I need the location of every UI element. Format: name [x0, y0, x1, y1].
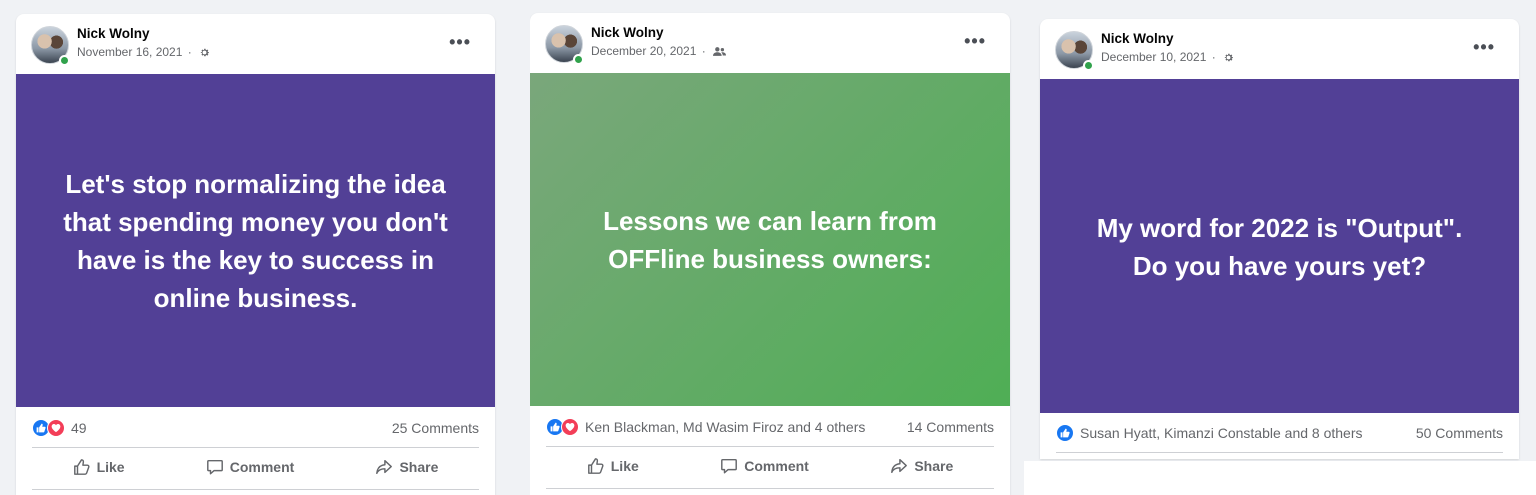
comments-count[interactable]: 14 Comments — [907, 419, 994, 435]
post-header: Nick Wolny December 20, 2021 · ••• — [530, 13, 1010, 73]
post-background: Let's stop normalizing the idea that spe… — [16, 74, 495, 407]
collage-gutter — [1018, 0, 1038, 470]
comment-icon — [721, 458, 738, 474]
comment-button[interactable]: Comment — [206, 458, 295, 476]
like-label: Like — [610, 458, 639, 474]
reaction-names[interactable]: Susan Hyatt, Kimanzi Constable and 8 oth… — [1080, 425, 1416, 441]
divider — [546, 446, 994, 447]
meta-separator: · — [1211, 50, 1216, 64]
post-meta: November 16, 2021 · — [77, 45, 210, 61]
author-name[interactable]: Nick Wolny — [591, 25, 664, 40]
more-options-button[interactable]: ••• — [449, 32, 471, 53]
post-header: Nick Wolny November 16, 2021 · ••• — [16, 14, 495, 74]
share-label: Share — [914, 458, 954, 474]
online-status-icon — [1083, 60, 1094, 71]
author-name[interactable]: Nick Wolny — [1101, 31, 1174, 46]
love-reaction-icon — [561, 418, 579, 436]
comments-count[interactable]: 25 Comments — [392, 420, 479, 436]
gear-icon — [199, 47, 210, 61]
divider — [1056, 452, 1503, 453]
action-bar: Like Comment Share — [546, 448, 994, 484]
comment-icon — [206, 459, 223, 475]
divider — [546, 488, 994, 489]
online-status-icon — [59, 55, 70, 66]
post-text: Let's stop normalizing the idea that spe… — [63, 168, 448, 313]
post-card: Nick Wolny November 16, 2021 · ••• Let's… — [16, 14, 495, 495]
gear-icon — [1223, 52, 1234, 66]
comment-label: Comment — [229, 459, 295, 475]
like-reaction-icon — [1056, 424, 1074, 442]
screenshot-collage: Nick Wolny November 16, 2021 · ••• Let's… — [0, 0, 1536, 495]
reaction-names[interactable]: Ken Blackman, Md Wasim Firoz and 4 other… — [585, 419, 907, 435]
thumbs-up-icon — [587, 458, 604, 474]
post-card: Nick Wolny December 10, 2021 · ••• My wo… — [1040, 19, 1519, 459]
post-text: My word for 2022 is "Output". Do you hav… — [1096, 213, 1463, 281]
collage-blank-area — [1024, 461, 1536, 495]
comments-count[interactable]: 50 Comments — [1416, 425, 1503, 441]
share-label: Share — [399, 459, 439, 475]
divider — [32, 489, 479, 490]
reactions-row: Ken Blackman, Md Wasim Firoz and 4 other… — [546, 415, 994, 439]
like-button[interactable]: Like — [587, 457, 639, 475]
more-options-button[interactable]: ••• — [1473, 37, 1495, 58]
post-date[interactable]: December 10, 2021 — [1101, 50, 1206, 64]
post-background: My word for 2022 is "Output". Do you hav… — [1040, 79, 1519, 413]
post-background: Lessons we can learn from OFFline busine… — [530, 73, 1010, 406]
thumbs-up-icon — [73, 459, 90, 475]
share-button[interactable]: Share — [890, 457, 953, 475]
post-meta: December 10, 2021 · — [1101, 50, 1234, 66]
post-card: Nick Wolny December 20, 2021 · ••• Lesso… — [530, 13, 1010, 495]
share-icon — [376, 459, 393, 475]
like-label: Like — [96, 459, 125, 475]
reactions-row: 49 25 Comments — [32, 416, 479, 440]
post-meta: December 20, 2021 · — [591, 44, 727, 60]
meta-separator: · — [701, 44, 706, 58]
share-icon — [891, 458, 908, 474]
author-name[interactable]: Nick Wolny — [77, 26, 150, 41]
post-date[interactable]: December 20, 2021 — [591, 44, 696, 58]
share-button[interactable]: Share — [375, 458, 438, 476]
comment-button[interactable]: Comment — [720, 457, 809, 475]
reactions-row: Susan Hyatt, Kimanzi Constable and 8 oth… — [1056, 421, 1503, 445]
reaction-count[interactable]: 49 — [71, 420, 392, 436]
action-bar: Like Comment Share — [32, 449, 479, 485]
post-text: Lessons we can learn from OFFline busine… — [603, 205, 937, 274]
online-status-icon — [573, 54, 584, 65]
meta-separator: · — [187, 45, 192, 59]
more-options-button[interactable]: ••• — [964, 31, 986, 52]
collage-gutter — [510, 0, 530, 495]
post-date[interactable]: November 16, 2021 — [77, 45, 182, 59]
post-header: Nick Wolny December 10, 2021 · ••• — [1040, 19, 1519, 79]
love-reaction-icon — [47, 419, 65, 437]
reaction-icons[interactable] — [1056, 424, 1074, 442]
comment-label: Comment — [744, 458, 809, 474]
like-button[interactable]: Like — [73, 458, 125, 476]
reaction-icons[interactable] — [546, 418, 579, 436]
friends-icon — [713, 46, 727, 60]
divider — [32, 447, 479, 448]
reaction-icons[interactable] — [32, 419, 65, 437]
